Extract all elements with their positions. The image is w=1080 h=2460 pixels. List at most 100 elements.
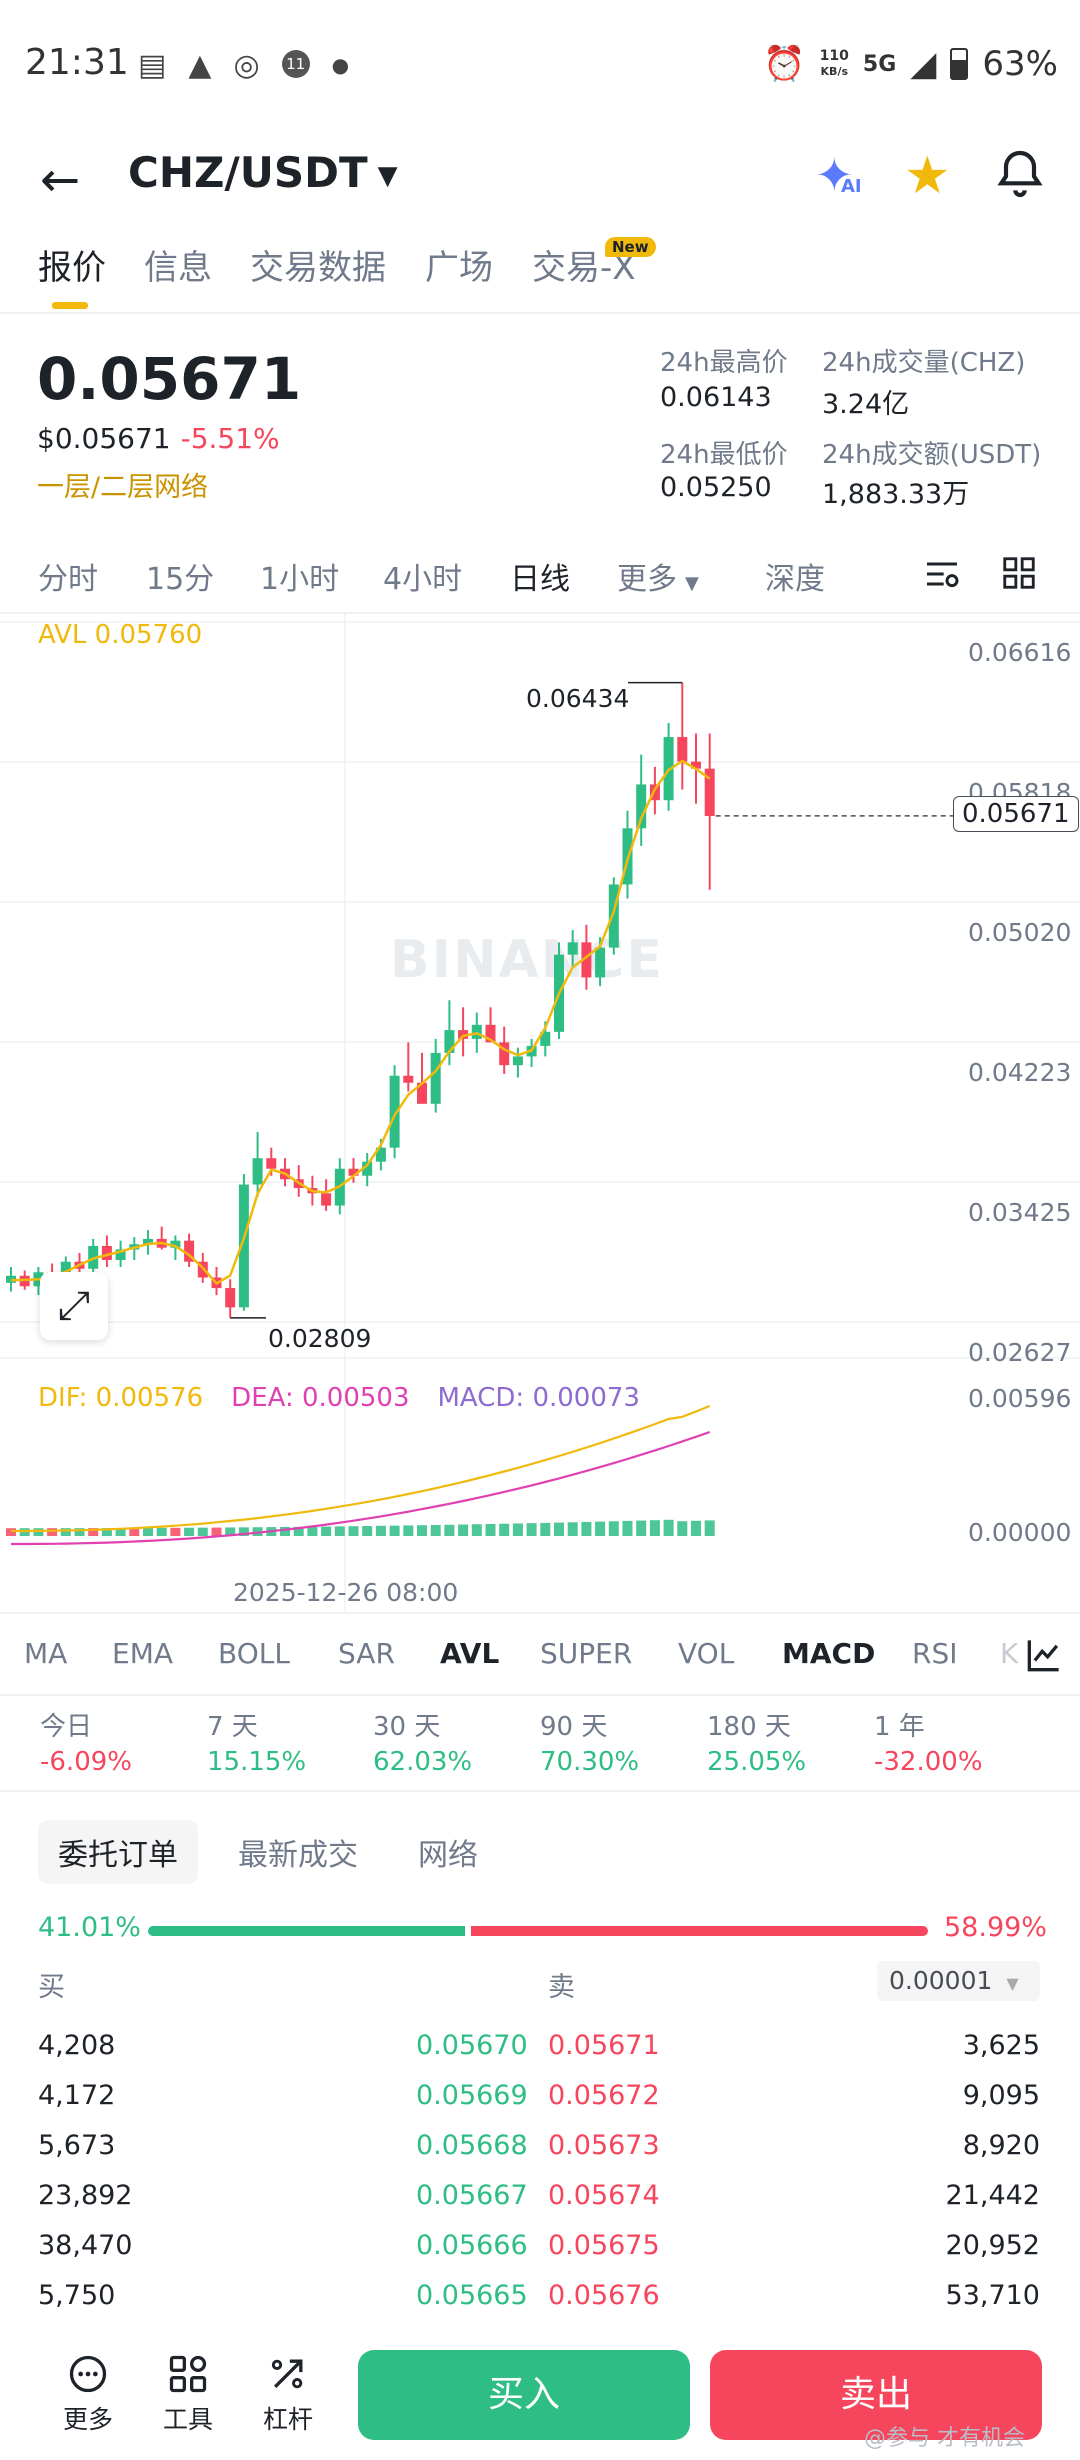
leverage-button[interactable]: 杠杆 xyxy=(248,2352,328,2436)
indicator-ema[interactable]: EMA xyxy=(112,1637,173,1670)
orderbook-row[interactable]: 23,892 0.05667 0.05674 21,442 xyxy=(0,2172,1080,2222)
layer-tag[interactable]: 一层/二层网络 xyxy=(37,465,208,504)
tab-order-book[interactable]: 委托订单 xyxy=(38,1820,198,1884)
buy-button[interactable]: 买入 xyxy=(358,2350,690,2440)
pair-title: CHZ/USDT xyxy=(128,148,368,197)
candle-body xyxy=(567,942,578,955)
candle-body xyxy=(677,737,688,762)
tick-size-select[interactable]: 0.00001 ▼ xyxy=(877,1961,1040,2001)
macd-y-tick: 0.00000 xyxy=(968,1518,1072,1547)
tab-quote[interactable]: 报价 xyxy=(38,240,106,289)
orderbook-row[interactable]: 38,470 0.05666 0.05675 20,952 xyxy=(0,2222,1080,2272)
perf-item: 1 年 -32.00% xyxy=(874,1712,983,1777)
macd-histogram-bar xyxy=(348,1526,359,1536)
orderbook-row[interactable]: 5,750 0.05665 0.05676 53,710 xyxy=(0,2272,1080,2322)
orderbook-row[interactable]: 4,208 0.05670 0.05671 3,625 xyxy=(0,2022,1080,2072)
candle-body xyxy=(225,1288,236,1308)
back-arrow-icon[interactable]: ← xyxy=(40,152,80,208)
macd-histogram-bar xyxy=(321,1526,332,1536)
sell-ratio: 58.99% xyxy=(944,1912,1047,1943)
notification-count-icon: 11 xyxy=(281,50,310,78)
indicator-k[interactable]: K xyxy=(1000,1637,1018,1670)
interval-1h[interactable]: 1小时 xyxy=(260,554,339,598)
pair-selector[interactable]: CHZ/USDT ▼ xyxy=(128,148,398,197)
macd-histogram-bar xyxy=(444,1524,455,1536)
more-button[interactable]: 更多 xyxy=(48,2352,128,2436)
tab-latest-trades[interactable]: 最新成交 xyxy=(238,1830,358,1874)
candle-body xyxy=(444,1030,455,1053)
indicator-sar[interactable]: SAR xyxy=(338,1637,395,1670)
indicator-vol[interactable]: VOL xyxy=(678,1637,734,1670)
caret-down-icon: ▼ xyxy=(1006,1974,1019,1993)
bell-icon[interactable] xyxy=(992,146,1048,202)
tab-network[interactable]: 网络 xyxy=(418,1830,478,1874)
macd-histogram-bar xyxy=(704,1520,715,1536)
macd-histogram-bar xyxy=(197,1527,208,1536)
indicator-settings-icon[interactable] xyxy=(1022,1633,1066,1677)
macd-histogram-bar xyxy=(184,1527,195,1536)
tab-info[interactable]: 信息 xyxy=(144,240,212,289)
battery-icon xyxy=(950,48,969,80)
more-dots-icon xyxy=(69,2355,107,2393)
y-tick: 0.03425 xyxy=(968,1198,1072,1227)
indicator-rsi[interactable]: RSI xyxy=(912,1637,958,1670)
indicator-ma[interactable]: MA xyxy=(24,1637,67,1670)
ask-quantity: 21,442 xyxy=(945,2180,1040,2211)
interval-line[interactable]: 分时 xyxy=(38,554,98,598)
ask-price: 0.05674 xyxy=(548,2180,660,2211)
candlestick-chart[interactable] xyxy=(0,612,1080,1612)
ai-sparkle-icon[interactable]: ✦ AI xyxy=(815,148,862,202)
indicator-super[interactable]: SUPER xyxy=(540,1637,632,1670)
bid-price: 0.05670 xyxy=(416,2030,528,2061)
layout-grid-icon[interactable] xyxy=(1000,554,1038,592)
interval-15m[interactable]: 15分 xyxy=(146,554,214,598)
perf-item: 30 天 62.03% xyxy=(373,1712,473,1777)
status-bar: 21:31 ▤ ▲ ◎ 11 ● ⏰ 110 KB/s 5G ◢ 63% xyxy=(0,0,1080,130)
ask-price: 0.05676 xyxy=(548,2280,660,2311)
tools-label: 工具 xyxy=(162,2405,213,2434)
divider xyxy=(0,312,1080,314)
macd-histogram-bar xyxy=(211,1527,222,1536)
interval-4h[interactable]: 4小时 xyxy=(383,554,462,598)
more-label: 更多 xyxy=(62,2405,113,2434)
avl-line xyxy=(10,759,711,1285)
chart-settings-icon[interactable] xyxy=(922,554,962,594)
interval-more[interactable]: 更多 ▼ xyxy=(617,554,699,598)
macd-histogram-bar xyxy=(458,1524,469,1536)
status-time: 21:31 xyxy=(25,42,129,83)
bid-quantity: 5,673 xyxy=(38,2130,116,2161)
bid-price: 0.05668 xyxy=(416,2130,528,2161)
macd-histogram-bar xyxy=(33,1528,44,1536)
interval-depth[interactable]: 深度 xyxy=(765,554,825,598)
indicator-boll[interactable]: BOLL xyxy=(218,1637,290,1670)
macd-histogram-bar xyxy=(526,1523,537,1536)
sell-column-label: 卖 xyxy=(548,1972,575,2003)
interval-bar: 分时 15分 1小时 4小时 日线 更多 ▼ 深度 xyxy=(0,550,1080,610)
interval-1d[interactable]: 日线 xyxy=(510,554,570,598)
orderbook-row[interactable]: 5,673 0.05668 0.05673 8,920 xyxy=(0,2122,1080,2172)
candle-body xyxy=(471,1024,482,1039)
indicator-avl[interactable]: AVL xyxy=(440,1637,499,1670)
macd-histogram-bar xyxy=(691,1520,701,1536)
ask-price: 0.05671 xyxy=(548,2030,660,2061)
orderbook-row[interactable]: 4,172 0.05669 0.05672 9,095 xyxy=(0,2072,1080,2122)
performance-row: 今日 -6.09% 7 天 15.15% 30 天 62.03% 90 天 70.30%… xyxy=(0,1700,1080,1790)
buy-sell-ratio: 41.01% 58.99% xyxy=(0,1910,1080,1950)
fullscreen-expand-icon[interactable]: ⤢ xyxy=(40,1272,108,1340)
orderbook-rows: 4,208 0.05670 0.05671 3,625 4,172 0.05669 0.05… xyxy=(0,2022,1080,2322)
avl-label: AVL 0.05760 xyxy=(38,620,203,650)
ask-price: 0.05673 xyxy=(548,2130,660,2161)
macd-legend: DIF: 0.00576 DEA: 0.00503 MACD: 0.00073 xyxy=(38,1383,640,1413)
caret-down-icon: ▼ xyxy=(377,160,398,191)
ask-price: 0.05672 xyxy=(548,2080,660,2111)
ask-quantity: 20,952 xyxy=(945,2230,1040,2261)
tab-trade-data[interactable]: 交易数据 xyxy=(250,240,386,289)
max-price-label: 0.06434 xyxy=(526,684,630,713)
low-label: 24h最低价 xyxy=(660,440,788,470)
favorite-star-icon[interactable]: ★ xyxy=(904,146,951,206)
tab-square[interactable]: 广场 xyxy=(425,240,493,289)
indicator-macd[interactable]: MACD xyxy=(782,1637,875,1670)
min-price-label: 0.02809 xyxy=(268,1324,372,1353)
tools-button[interactable]: 工具 xyxy=(148,2352,228,2436)
footer-watermark: @参与 才有机会 xyxy=(864,2426,1025,2451)
